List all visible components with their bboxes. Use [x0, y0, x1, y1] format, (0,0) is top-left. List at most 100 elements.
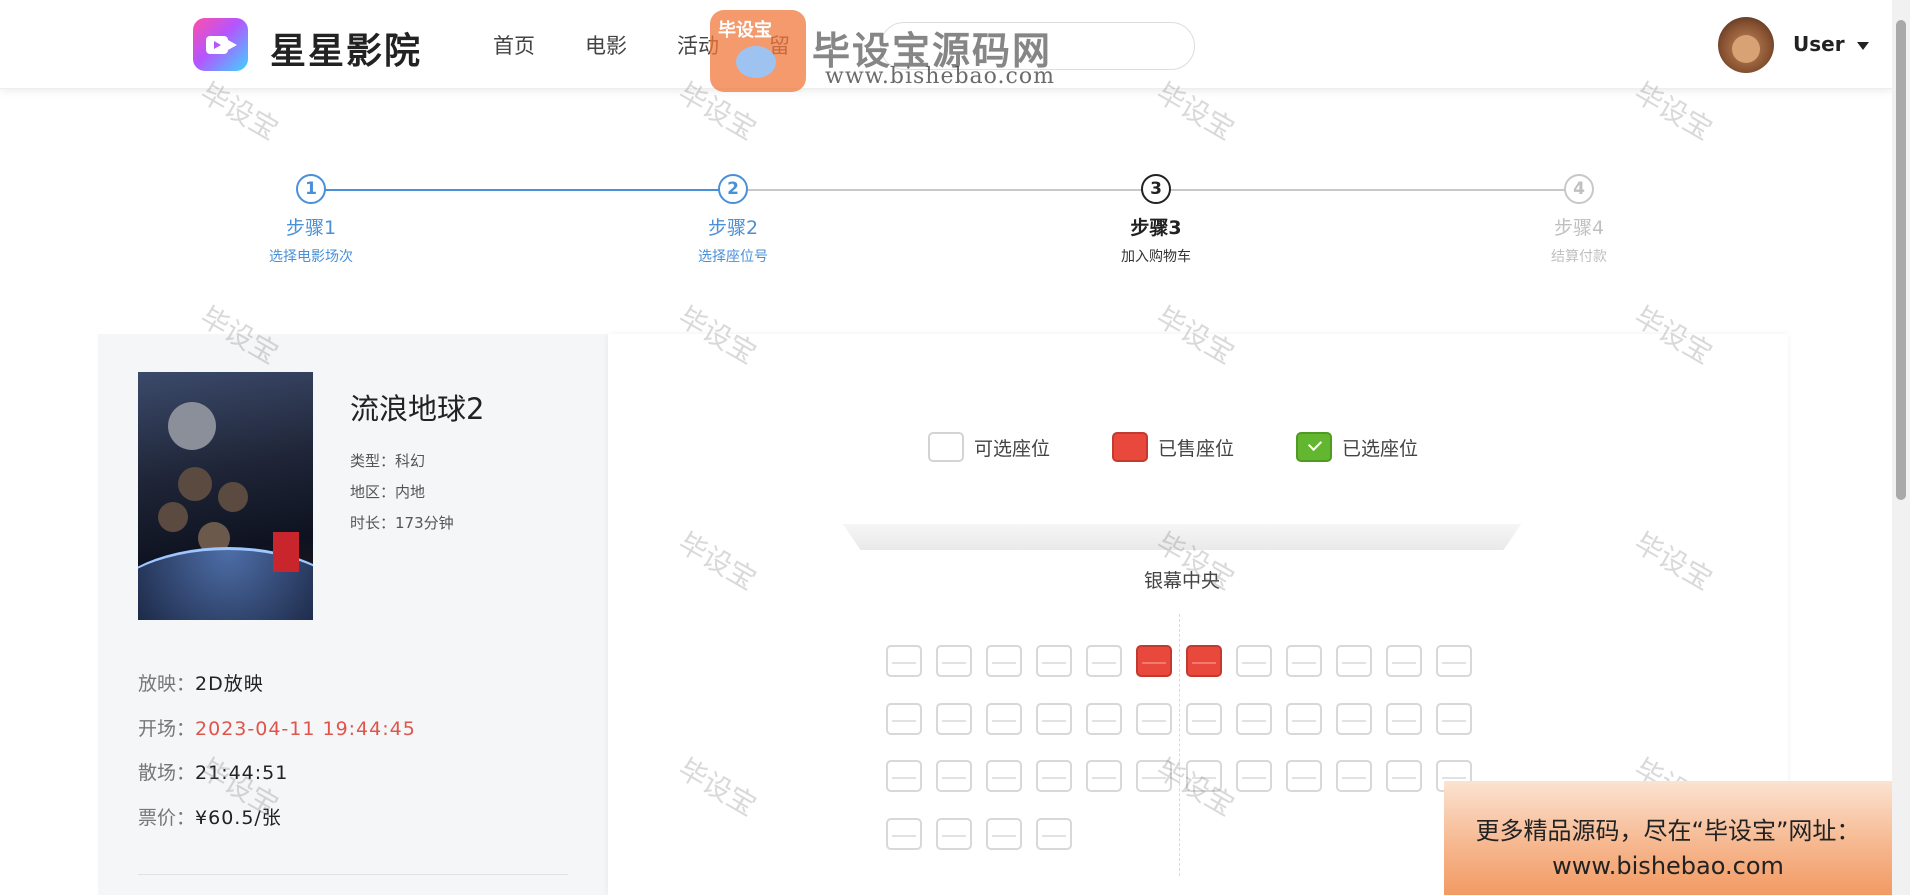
- available-seat[interactable]: [886, 817, 922, 850]
- showtime-details: 放映：2D放映 开场：2023-04-11 19:44:45 散场：21:44:…: [138, 662, 416, 840]
- movie-info-panel: 流浪地球2 类型：科幻 地区：内地 时长：173分钟 放映：2D放映 开场：20…: [98, 334, 608, 895]
- step-desc: 选择电影场次: [269, 249, 353, 265]
- seat-row: [886, 645, 1472, 677]
- available-seat[interactable]: [1236, 702, 1272, 735]
- available-seat[interactable]: [936, 760, 972, 792]
- available-seat[interactable]: [1286, 702, 1322, 735]
- available-seat[interactable]: [1036, 702, 1072, 735]
- promo-line-1: 更多精品源码，尽在“毕设宝”网址：: [1475, 817, 1861, 845]
- available-seat[interactable]: [986, 817, 1022, 850]
- available-seat[interactable]: [1036, 645, 1072, 677]
- available-seat[interactable]: [1236, 645, 1272, 677]
- legend-selected: 已选座位: [1296, 432, 1418, 462]
- legend-available: 可选座位: [928, 432, 1050, 462]
- watermark-face-icon: [736, 46, 776, 78]
- available-seat[interactable]: [1186, 760, 1222, 792]
- screen-label: 银幕中央: [1143, 570, 1220, 592]
- seat-row: [886, 817, 1472, 850]
- watermark-logo: 毕设宝: [710, 10, 806, 92]
- step-title: 步骤3: [1130, 217, 1182, 239]
- available-seat[interactable]: [1236, 760, 1272, 792]
- watermark-url: www.bishebao.com: [825, 64, 1055, 89]
- available-seat[interactable]: [1336, 702, 1372, 735]
- sold-seat: [1186, 645, 1222, 677]
- poster-figure: [178, 467, 212, 501]
- available-seat[interactable]: [936, 817, 972, 850]
- available-seat[interactable]: [1336, 645, 1372, 677]
- available-seat[interactable]: [986, 760, 1022, 792]
- price-row: 票价：¥60.5/张: [138, 806, 282, 829]
- step-3[interactable]: 3 步骤3 加入购物车: [1056, 170, 1256, 266]
- available-seat[interactable]: [1336, 760, 1372, 792]
- page-scrollbar[interactable]: [1892, 0, 1910, 895]
- available-seat[interactable]: [1286, 760, 1322, 792]
- chevron-down-icon[interactable]: [1857, 42, 1869, 50]
- movie-meta: 类型：科幻 地区：内地 时长：173分钟: [350, 446, 454, 539]
- play-icon: [214, 41, 221, 49]
- seat-row: [886, 760, 1472, 792]
- step-desc: 结算付款: [1551, 249, 1607, 265]
- available-seat[interactable]: [1386, 645, 1422, 677]
- step-number: 4: [1564, 174, 1594, 204]
- selected-seat-icon: [1296, 432, 1333, 462]
- movie-region: 地区：内地: [350, 483, 426, 501]
- step-title: 步骤1: [285, 217, 337, 239]
- cinema-screen: [840, 520, 1524, 550]
- avatar[interactable]: [1718, 17, 1774, 73]
- available-seat[interactable]: [1086, 645, 1122, 677]
- seat-grid: [886, 645, 1472, 875]
- step-title: 步骤4: [1553, 217, 1605, 239]
- poster-figure: [168, 402, 216, 450]
- available-seat[interactable]: [886, 702, 922, 735]
- seat-row: [886, 702, 1472, 735]
- available-seat[interactable]: [1186, 702, 1222, 735]
- sold-seat: [1136, 645, 1172, 677]
- available-seat[interactable]: [936, 702, 972, 735]
- available-seat[interactable]: [1436, 645, 1472, 677]
- available-seat[interactable]: [1086, 702, 1122, 735]
- available-seat[interactable]: [1436, 702, 1472, 735]
- available-seat[interactable]: [1286, 645, 1322, 677]
- step-1[interactable]: 1 步骤1 选择电影场次: [211, 170, 411, 266]
- available-seat[interactable]: [1136, 702, 1172, 735]
- start-time-row: 开场：2023-04-11 19:44:45: [138, 717, 416, 740]
- nav-item-home[interactable]: 首页: [493, 30, 535, 60]
- poster-figure: [218, 482, 248, 512]
- cinema-logo-icon[interactable]: [193, 18, 248, 71]
- poster-figure: [158, 502, 188, 532]
- available-seat[interactable]: [886, 760, 922, 792]
- movie-duration: 时长：173分钟: [350, 514, 454, 532]
- avatar-face: [1732, 35, 1760, 63]
- sold-seat-icon: [1112, 432, 1149, 462]
- promo-banner[interactable]: 更多精品源码，尽在“毕设宝”网址： www.bishebao.com: [1444, 781, 1892, 895]
- step-desc: 选择座位号: [698, 249, 768, 265]
- available-seat[interactable]: [986, 702, 1022, 735]
- available-seat[interactable]: [1386, 760, 1422, 792]
- available-seat[interactable]: [1036, 760, 1072, 792]
- site-title[interactable]: 星星影院: [270, 22, 422, 74]
- available-seat[interactable]: [886, 645, 922, 677]
- step-number: 2: [718, 174, 748, 204]
- movie-poster: [138, 372, 313, 620]
- available-seat[interactable]: [1086, 760, 1122, 792]
- promo-line-2[interactable]: www.bishebao.com: [1444, 852, 1892, 880]
- scrollbar-thumb[interactable]: [1896, 20, 1906, 500]
- available-seat[interactable]: [1136, 760, 1172, 792]
- available-seat[interactable]: [936, 645, 972, 677]
- step-4[interactable]: 4 步骤4 结算付款: [1479, 170, 1679, 266]
- seat-legend: 可选座位 已售座位 已选座位: [928, 432, 1418, 462]
- step-2[interactable]: 2 步骤2 选择座位号: [633, 170, 833, 266]
- available-seat[interactable]: [986, 645, 1022, 677]
- available-seat[interactable]: [1386, 702, 1422, 735]
- end-time-row: 散场：21:44:51: [138, 762, 289, 784]
- available-seat[interactable]: [1036, 817, 1072, 850]
- poster-title-tag: [273, 532, 299, 572]
- user-menu-label[interactable]: User: [1793, 32, 1845, 56]
- nav-item-movies[interactable]: 电影: [585, 30, 627, 60]
- legend-sold: 已售座位: [1112, 432, 1234, 462]
- order-steps: 1 步骤1 选择电影场次 2 步骤2 选择座位号 3 步骤3 加入购物车 4 步…: [0, 170, 1892, 270]
- step-desc: 加入购物车: [1121, 249, 1191, 265]
- step-number: 1: [296, 174, 326, 204]
- movie-title: 流浪地球2: [350, 392, 485, 426]
- format-row: 放映：2D放映: [138, 673, 264, 695]
